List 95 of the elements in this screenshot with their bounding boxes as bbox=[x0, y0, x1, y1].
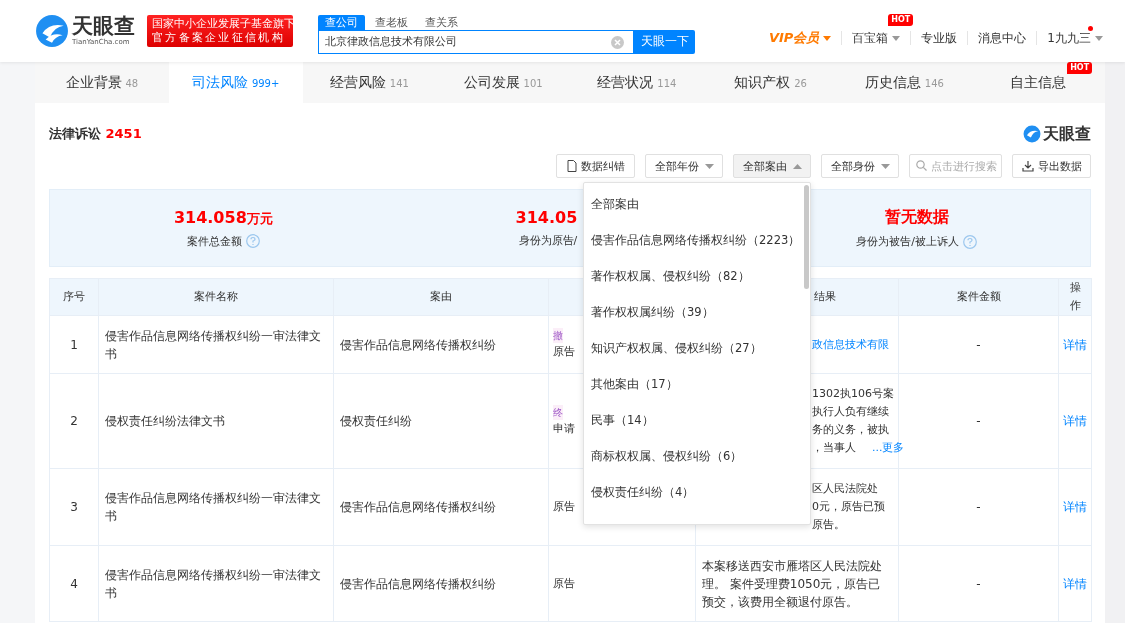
logo-icon bbox=[1023, 125, 1041, 143]
menu-item[interactable]: 民事（14） bbox=[584, 402, 810, 438]
table-cell: 侵权责任纠纷法律文书 bbox=[98, 373, 334, 469]
help-icon[interactable] bbox=[963, 234, 977, 249]
table-cell: 侵害作品信息网络传播权纠纷 bbox=[333, 315, 549, 374]
document-icon bbox=[566, 160, 577, 172]
table-cell: - bbox=[898, 545, 1059, 622]
category-tab[interactable]: 经营状况 114 bbox=[570, 62, 704, 103]
table-cell: 2 bbox=[49, 373, 99, 469]
nav-link[interactable]: 专业版 bbox=[921, 29, 958, 47]
table-cell: 侵权责任纠纷 bbox=[333, 373, 549, 469]
download-icon bbox=[1021, 160, 1034, 172]
help-icon[interactable] bbox=[245, 234, 260, 248]
status-tag: 终 bbox=[553, 404, 563, 420]
category-tab[interactable]: 经营风险 141 bbox=[302, 62, 437, 103]
category-tab[interactable]: 企业背景 48 bbox=[35, 62, 169, 103]
company-link[interactable]: 政信息技术有限 bbox=[812, 335, 889, 354]
column-header: 操作 bbox=[1058, 278, 1092, 316]
detail-link[interactable]: 详情 bbox=[1063, 576, 1087, 591]
table-cell: 本案移送西安市雁塔区人民法院处理。 案件受理费1050元，原告已预交，该费用全额退付原告。 bbox=[695, 545, 899, 622]
result-text: ，当事人 ...更多 bbox=[812, 439, 905, 457]
caret-icon bbox=[880, 163, 890, 169]
stat-label: 身份为被告/被上诉人 bbox=[856, 234, 959, 249]
result-text: 0元，原告已预 bbox=[812, 498, 885, 516]
filter-dropdown[interactable]: 全部案由 bbox=[733, 154, 811, 178]
nav-link[interactable]: 1九九三 bbox=[1047, 29, 1091, 47]
logo-icon bbox=[35, 14, 69, 48]
column-header: 案件名称 bbox=[98, 278, 334, 316]
section-title: 法律诉讼 2451 bbox=[49, 125, 142, 143]
caret-icon bbox=[823, 35, 832, 41]
brand-text: 天眼查 bbox=[1043, 123, 1091, 145]
table-cell: - bbox=[898, 468, 1059, 546]
table-cell: 4 bbox=[49, 545, 99, 622]
filter-button[interactable]: 数据纠错 bbox=[556, 154, 635, 178]
category-tab[interactable]: 历史信息 146 bbox=[837, 62, 972, 103]
stat-value: 314.05 bbox=[515, 208, 578, 227]
status-tag: 撤 bbox=[553, 328, 563, 343]
category-tab[interactable]: 公司发展 101 bbox=[436, 62, 570, 103]
more-link[interactable]: ...更多 bbox=[872, 441, 905, 454]
menu-item[interactable]: 商标权权属、侵权纠纷（6） bbox=[584, 438, 810, 474]
column-header: 序号 bbox=[49, 278, 99, 316]
search-tab[interactable]: 查关系 bbox=[418, 14, 465, 30]
search-field[interactable]: 北京律政信息技术有限公司 bbox=[318, 29, 634, 54]
table-cell: 侵害作品信息网络传播权纠纷 bbox=[333, 468, 549, 546]
column-header: 案由 bbox=[333, 278, 549, 316]
stat-label: 案件总金额 bbox=[186, 233, 242, 249]
table-cell: 侵害作品信息网络传播权纠纷一审法律文书 bbox=[98, 468, 334, 546]
menu-item[interactable]: 侵权责任纠纷（4） bbox=[584, 474, 810, 510]
scrollbar[interactable] bbox=[804, 185, 809, 289]
table-cell: 申请 bbox=[553, 419, 575, 438]
table-cell: - bbox=[898, 315, 1059, 374]
logo-text: 天眼查 bbox=[72, 16, 135, 37]
caret-icon bbox=[1095, 35, 1103, 41]
menu-item[interactable]: 全部案由 bbox=[584, 186, 810, 222]
column-header: 案件金额 bbox=[898, 278, 1059, 316]
table-cell: 原告 bbox=[553, 498, 575, 516]
menu-item[interactable]: 其他案由（17） bbox=[584, 366, 810, 402]
menu-item[interactable]: 侵害作品信息网络传播权纠纷（2223） bbox=[584, 222, 810, 258]
table-cell: 原告 bbox=[553, 343, 575, 361]
result-text: 务的义务，被执 bbox=[812, 421, 889, 439]
table-cell: 原告 bbox=[553, 574, 575, 593]
result-text: 执行人负有继续 bbox=[812, 403, 889, 421]
filter-dropdown[interactable]: 全部年份 bbox=[645, 154, 723, 178]
caret-icon bbox=[704, 163, 714, 169]
filter-dropdown[interactable]: 全部身份 bbox=[821, 154, 899, 178]
result-text: 1302执106号案 bbox=[812, 385, 894, 403]
stat-label: 身份为原告/ bbox=[518, 233, 578, 248]
table-cell: 3 bbox=[49, 468, 99, 546]
category-tab[interactable]: 知识产权 26 bbox=[703, 62, 838, 103]
stat-value: 314.058万元 bbox=[173, 207, 273, 228]
search-field[interactable]: 点击进行搜索 bbox=[909, 154, 1002, 178]
category-tab[interactable]: 自主信息 HOT bbox=[971, 62, 1105, 103]
search-tab[interactable]: 查老板 bbox=[368, 14, 415, 30]
caret-icon bbox=[892, 35, 901, 41]
result-text: 区人民法院处 bbox=[812, 480, 878, 498]
caret-icon bbox=[792, 163, 802, 169]
stat-value: 暂无数据 bbox=[884, 207, 949, 228]
menu-item[interactable]: 知识产权权属、侵权纠纷（27） bbox=[584, 330, 810, 366]
banner: 国家中小企业发展子基金旗下 官方备案企业征信机构 bbox=[147, 15, 293, 47]
detail-link[interactable]: 详情 bbox=[1063, 414, 1087, 428]
search-tab[interactable]: 查公司 bbox=[318, 14, 365, 30]
result-text: 原告。 bbox=[812, 516, 845, 534]
nav-link[interactable]: 百宝箱 bbox=[852, 29, 889, 47]
category-tab[interactable]: 司法风险 999+ bbox=[168, 62, 303, 103]
table-cell: 1 bbox=[49, 315, 99, 374]
detail-link[interactable]: 详情 bbox=[1063, 337, 1087, 352]
detail-link[interactable]: 详情 bbox=[1063, 500, 1087, 514]
nav-link[interactable]: 消息中心 bbox=[978, 29, 1027, 47]
clear-icon[interactable] bbox=[611, 35, 624, 49]
table-cell: 侵害作品信息网络传播权纠纷 bbox=[333, 545, 549, 622]
hot-badge: HOT bbox=[888, 13, 914, 26]
table-cell: 侵害作品信息网络传播权纠纷一审法律文书 bbox=[98, 545, 334, 622]
search-button[interactable]: 天眼一下 bbox=[634, 29, 695, 54]
table-cell: 侵害作品信息网络传播权纠纷一审法律文书 bbox=[98, 315, 334, 374]
filter-button[interactable]: 导出数据 bbox=[1012, 154, 1091, 178]
